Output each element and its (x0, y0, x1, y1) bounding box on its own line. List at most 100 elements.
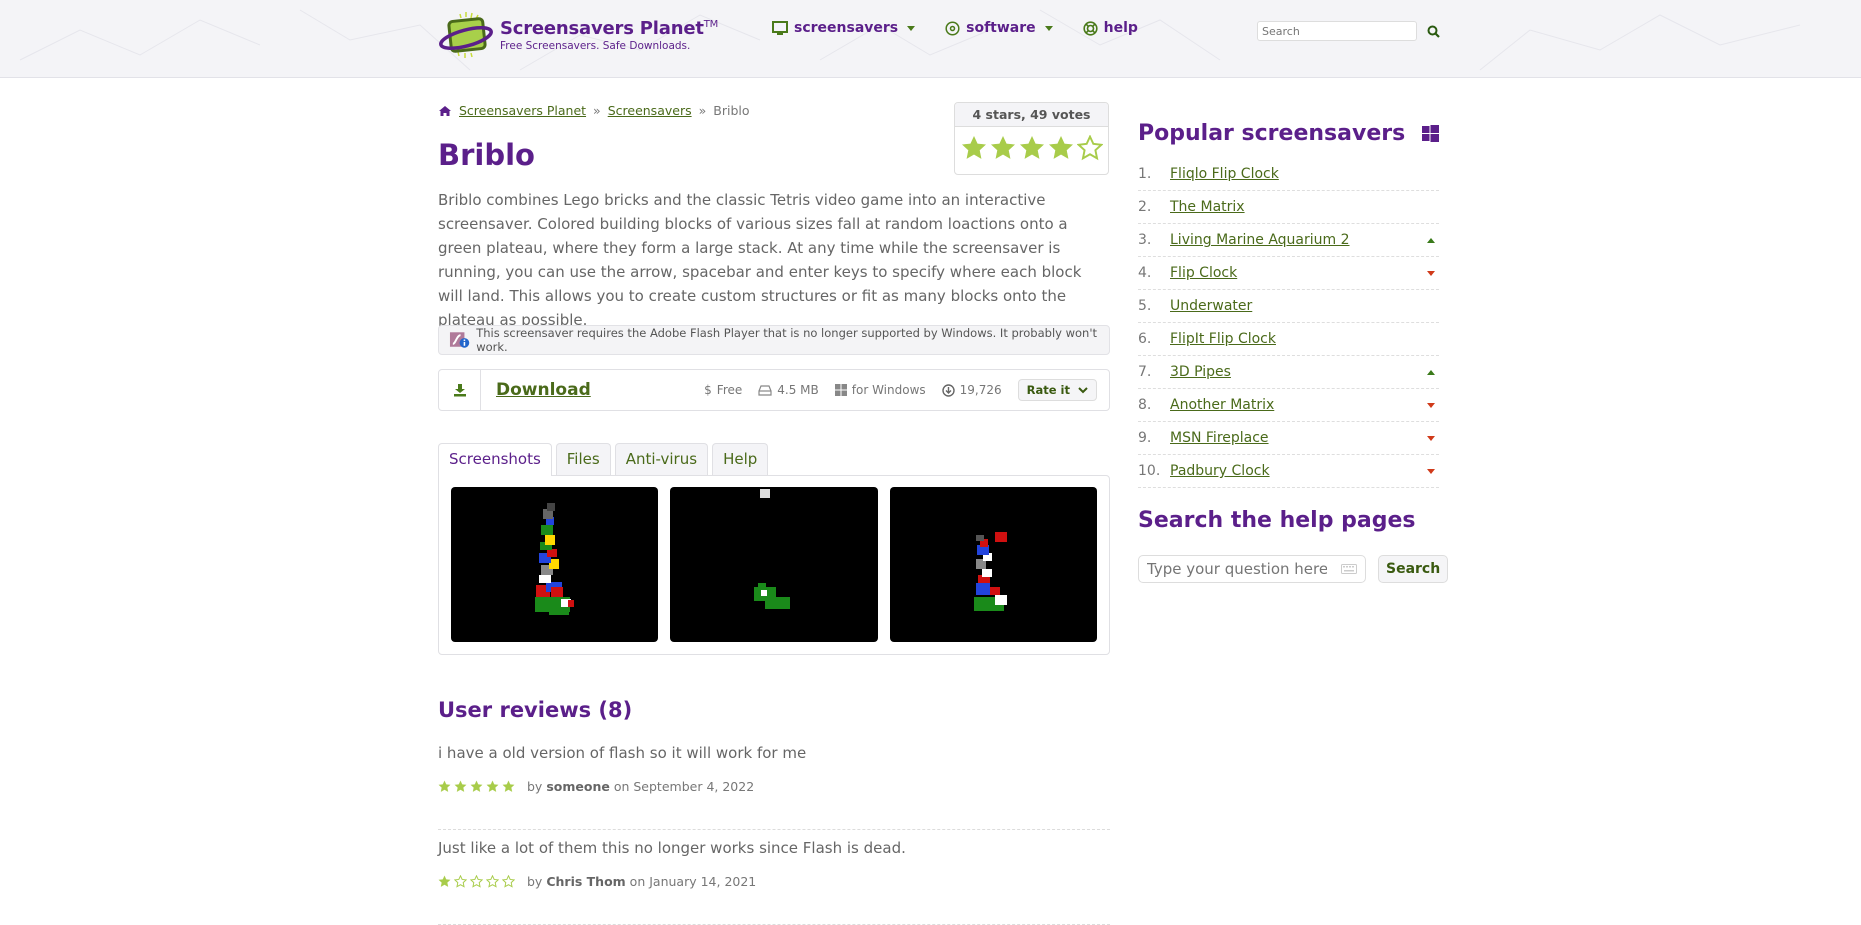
review-text: i have a old version of flash so it will… (438, 744, 807, 762)
hard-drive-icon (758, 384, 772, 396)
popular-title: Popular screensavers (1138, 121, 1406, 146)
screenshot-image (754, 489, 791, 609)
rating-box: 4 stars, 49 votes (954, 102, 1109, 175)
popular-rank: 2. (1138, 199, 1152, 215)
popular-item: 3. Living Marine Aquarium 2 (1138, 224, 1439, 257)
review-author: Chris Thom (546, 874, 626, 889)
tab-files[interactable]: Files (555, 443, 611, 475)
breadcrumb-separator: » (698, 103, 707, 118)
star-filled-icon (470, 780, 483, 792)
popular-rank: 10. (1138, 463, 1161, 479)
site-logo[interactable]: Screensavers PlanetTM Free Screensavers.… (438, 10, 718, 60)
popular-item: 5. Underwater (1138, 290, 1439, 323)
tab-help[interactable]: Help (712, 443, 769, 475)
popular-link[interactable]: 3D Pipes (1170, 364, 1231, 380)
platform: for Windows (834, 383, 926, 397)
star-filled-icon (454, 780, 467, 792)
download-link[interactable]: Download (496, 380, 591, 400)
nav-help[interactable]: help (1083, 20, 1138, 36)
help-search-button[interactable]: Search (1378, 555, 1449, 583)
popular-link[interactable]: FlipIt Flip Clock (1170, 331, 1276, 347)
rating-summary: 4 stars, 49 votes (955, 103, 1108, 127)
help-search: Search (1138, 555, 1449, 583)
popular-link[interactable]: Living Marine Aquarium 2 (1170, 232, 1350, 248)
popular-item: 7. 3D Pipes (1138, 356, 1439, 389)
help-search-field[interactable] (1138, 555, 1366, 583)
star-filled-icon (502, 780, 515, 792)
header-search (1257, 21, 1440, 41)
popular-link[interactable]: Underwater (1170, 298, 1252, 314)
review-author: someone (546, 779, 610, 794)
review-stars (438, 780, 515, 793)
file-size: 4.5 MB (758, 383, 819, 397)
star-empty-icon[interactable] (1076, 135, 1103, 161)
star-empty-icon (486, 875, 499, 888)
tab-anti-virus[interactable]: Anti-virus (614, 443, 709, 475)
help-search-input[interactable] (1147, 560, 1327, 578)
breadcrumb-screensavers-link[interactable]: Screensavers (608, 103, 692, 118)
rate-it-dropdown[interactable]: Rate it (1017, 379, 1097, 401)
search-icon[interactable] (1427, 25, 1440, 38)
trend-down-icon (1427, 435, 1435, 441)
trend-down-icon (1427, 468, 1435, 474)
star-filled-icon (438, 780, 451, 792)
star-filled-icon[interactable] (1019, 135, 1045, 161)
chevron-down-icon (1044, 25, 1053, 31)
popular-rank: 1. (1138, 166, 1152, 182)
flash-notice: This screensaver requires the Adobe Flas… (438, 325, 1110, 355)
download-count: 19,726 (941, 383, 1002, 397)
page-title: Briblo (438, 138, 535, 172)
tab-screenshots[interactable]: Screenshots (438, 443, 552, 476)
download-meta: $ Free 4.5 MB for Windows 19,726 Rate it (704, 379, 1109, 401)
download-circle-icon (941, 383, 955, 397)
download-icon (453, 384, 466, 397)
popular-rank: 8. (1138, 397, 1152, 413)
popular-rank: 9. (1138, 430, 1152, 446)
popular-item: 4. Flip Clock (1138, 257, 1439, 290)
popular-link[interactable]: Fliqlo Flip Clock (1170, 166, 1279, 182)
keyboard-icon[interactable] (1341, 564, 1357, 574)
screenshot-thumbnail[interactable] (451, 487, 659, 642)
review-date: September 4, 2022 (633, 779, 755, 794)
site-header: Screensavers PlanetTM Free Screensavers.… (0, 0, 1861, 78)
disc-icon (945, 20, 960, 36)
star-filled-icon[interactable] (961, 135, 987, 161)
popular-link[interactable]: Padbury Clock (1170, 463, 1270, 479)
popular-link[interactable]: Flip Clock (1170, 265, 1237, 281)
breadcrumb-separator: » (593, 103, 601, 118)
site-title: Screensavers PlanetTM (500, 18, 719, 39)
rating-stars[interactable] (955, 135, 1108, 161)
popular-link[interactable]: The Matrix (1170, 199, 1245, 215)
screenshot-thumbnail[interactable] (889, 487, 1097, 642)
popular-rank: 6. (1138, 331, 1152, 347)
popular-item: 2. The Matrix (1138, 191, 1439, 224)
main-nav: screensavers software help (772, 20, 1138, 36)
breadcrumb-home-link[interactable]: Screensavers Planet (459, 103, 586, 118)
popular-link[interactable]: Another Matrix (1170, 397, 1274, 413)
screenshot-image (973, 532, 1007, 611)
download-icon-box[interactable] (439, 370, 481, 410)
description: Briblo combines Lego bricks and the clas… (438, 191, 1082, 329)
popular-link[interactable]: MSN Fireplace (1170, 430, 1269, 446)
star-filled-icon[interactable] (990, 135, 1016, 161)
download-bar: Download $ Free 4.5 MB for Windows 19,726… (438, 369, 1110, 411)
star-filled-icon[interactable] (1048, 135, 1074, 161)
lifebuoy-icon (1083, 20, 1098, 36)
home-icon[interactable] (438, 105, 452, 117)
trend-up-icon (1427, 369, 1435, 375)
popular-item: 8. Another Matrix (1138, 389, 1439, 422)
review-stars (438, 875, 515, 888)
screenshots-panel (438, 475, 1110, 655)
popular-item: 6. FlipIt Flip Clock (1138, 323, 1439, 356)
popular-rank: 7. (1138, 364, 1152, 380)
windows-icon (834, 384, 847, 396)
chevron-down-icon (907, 25, 916, 31)
trend-up-icon (1427, 237, 1435, 243)
nav-software[interactable]: software (945, 20, 1053, 36)
star-empty-icon (454, 875, 467, 888)
header-search-input[interactable] (1257, 21, 1417, 41)
star-empty-icon (502, 875, 515, 888)
screenshot-thumbnail[interactable] (670, 487, 878, 642)
nav-screensavers[interactable]: screensavers (772, 20, 916, 36)
planet-tv-logo-icon (439, 12, 493, 58)
